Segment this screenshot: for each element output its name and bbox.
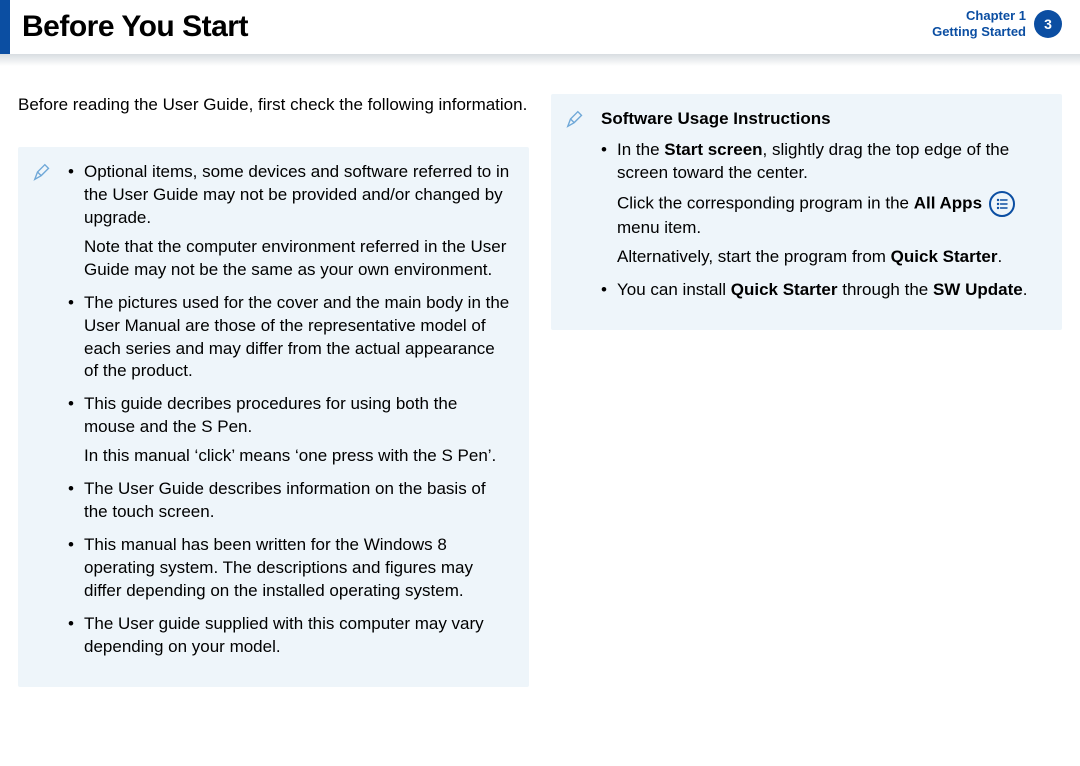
list-item: The User Guide describes information on … [68, 478, 513, 524]
right-column: Software Usage Instructions In the Start… [551, 94, 1062, 687]
list-item: In the Start screen, slightly drag the t… [601, 139, 1046, 269]
list-item-text: The User guide supplied with this comput… [84, 614, 484, 656]
bold-text: All Apps [914, 193, 982, 212]
list-item-sub: Click the corresponding program in the A… [617, 191, 1046, 240]
bold-text: Quick Starter [731, 280, 838, 299]
text: Alternatively, start the program from [617, 247, 891, 266]
page-number: 3 [1044, 16, 1052, 32]
list-item-text: Optional items, some devices and softwar… [84, 162, 509, 227]
header-shadow [0, 54, 1080, 66]
right-box-title: Software Usage Instructions [601, 108, 1046, 131]
text: . [997, 247, 1002, 266]
list-item: The pictures used for the cover and the … [68, 292, 513, 384]
text: In the [617, 140, 664, 159]
page-number-badge: 3 [1034, 10, 1062, 38]
page-header: Before You Start Chapter 1 Getting Start… [0, 0, 1080, 54]
chapter-label: Chapter 1 [932, 8, 1026, 24]
chapter-indicator: Chapter 1 Getting Started 3 [932, 8, 1062, 39]
list-item-sub: Alternatively, start the program from Qu… [617, 246, 1046, 269]
text: through the [838, 280, 933, 299]
list-item-text: This manual has been written for the Win… [84, 535, 473, 600]
list-item: You can install Quick Starter through th… [601, 279, 1046, 302]
text: menu item. [617, 218, 701, 237]
intro-text: Before reading the User Guide, first che… [18, 94, 529, 117]
list-item-text: The pictures used for the cover and the … [84, 293, 509, 381]
list-item-text: This guide decribes procedures for using… [84, 394, 457, 436]
list-item: The User guide supplied with this comput… [68, 613, 513, 659]
page-title: Before You Start [22, 10, 248, 44]
list-item-sub: Note that the computer environment refer… [84, 236, 513, 282]
list-item-sub: In this manual ‘click’ means ‘one press … [84, 445, 513, 468]
list-item: Optional items, some devices and softwar… [68, 161, 513, 282]
note-icon [565, 108, 587, 130]
list-item: This manual has been written for the Win… [68, 534, 513, 603]
note-icon [32, 161, 54, 183]
left-note-box: Optional items, some devices and softwar… [18, 147, 529, 687]
text: Click the corresponding program in the [617, 193, 914, 212]
left-column: Before reading the User Guide, first che… [18, 94, 529, 687]
list-item-text: The User Guide describes information on … [84, 479, 486, 521]
all-apps-icon [989, 191, 1015, 217]
text: You can install [617, 280, 731, 299]
chapter-name: Getting Started [932, 24, 1026, 40]
text: . [1023, 280, 1028, 299]
bold-text: Start screen [664, 140, 762, 159]
list-item: This guide decribes procedures for using… [68, 393, 513, 468]
right-note-box: Software Usage Instructions In the Start… [551, 94, 1062, 330]
bold-text: SW Update [933, 280, 1023, 299]
bold-text: Quick Starter [891, 247, 998, 266]
